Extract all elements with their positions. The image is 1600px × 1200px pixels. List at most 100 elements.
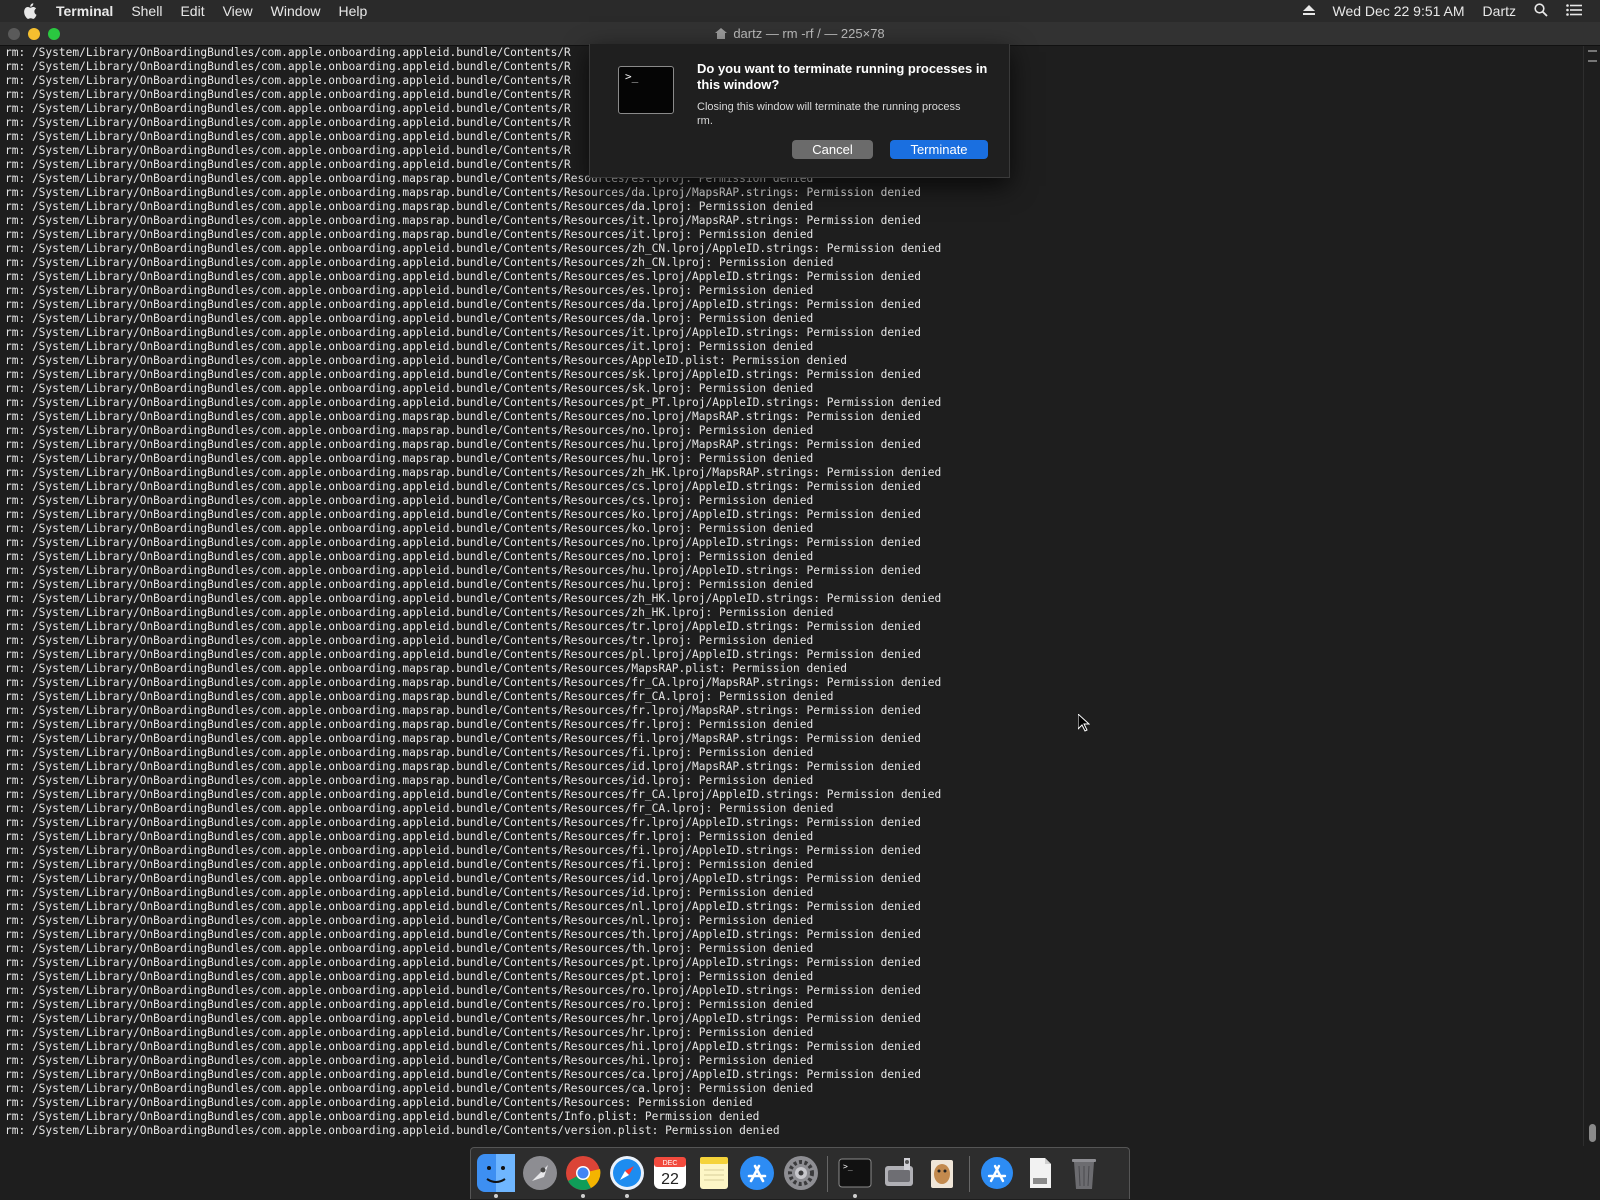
home-folder-icon: [715, 27, 728, 42]
terminal-line: rm: /System/Library/OnBoardingBundles/co…: [5, 676, 942, 689]
terminal-line: rm: /System/Library/OnBoardingBundles/co…: [5, 802, 834, 815]
terminal-line: rm: /System/Library/OnBoardingBundles/co…: [5, 298, 922, 311]
terminate-button[interactable]: Terminate: [890, 140, 988, 159]
system-preferences-icon[interactable]: [782, 1154, 820, 1192]
terminal-line: rm: /System/Library/OnBoardingBundles/co…: [5, 354, 847, 367]
terminal-line: rm: /System/Library/OnBoardingBundles/co…: [5, 872, 922, 885]
terminal-line: rm: /System/Library/OnBoardingBundles/co…: [5, 718, 814, 731]
terminal-line: rm: /System/Library/OnBoardingBundles/co…: [5, 564, 922, 577]
clock[interactable]: Wed Dec 22 9:51 AM: [1333, 3, 1465, 19]
terminal-line: rm: /System/Library/OnBoardingBundles/co…: [5, 312, 814, 325]
terminal-line: rm: /System/Library/OnBoardingBundles/co…: [5, 1054, 814, 1067]
mouse-pointer-icon: [1077, 712, 1091, 737]
menu-view[interactable]: View: [223, 3, 253, 19]
menu-app-name[interactable]: Terminal: [56, 3, 113, 19]
trash-icon[interactable]: [1065, 1154, 1103, 1192]
prompt-glyph-icon: >_: [625, 70, 639, 83]
terminal-line: rm: /System/Library/OnBoardingBundles/co…: [5, 760, 922, 773]
terminal-line: rm: /System/Library/OnBoardingBundles/co…: [5, 466, 942, 479]
terminal-line: rm: /System/Library/OnBoardingBundles/co…: [5, 606, 834, 619]
preview-icon[interactable]: [923, 1154, 961, 1192]
apple-menu-icon[interactable]: [20, 3, 40, 19]
scroll-split-icon: [1588, 50, 1597, 62]
terminal-line: rm: /System/Library/OnBoardingBundles/co…: [5, 816, 922, 829]
terminal-line: rm: /System/Library/OnBoardingBundles/co…: [5, 1068, 922, 1081]
chrome-icon[interactable]: [564, 1154, 602, 1192]
calendar-month: DEC: [663, 1160, 678, 1167]
terminal-line: rm: /System/Library/OnBoardingBundles/co…: [5, 1040, 922, 1053]
terminal-line: rm: /System/Library/OnBoardingBundles/co…: [5, 536, 922, 549]
title-bar[interactable]: dartz — rm -rf / — 225×78: [0, 22, 1600, 46]
terminal-line: rm: /System/Library/OnBoardingBundles/co…: [5, 1096, 753, 1109]
spotlight-search-icon[interactable]: [1534, 2, 1548, 20]
finder-running-indicator: [494, 1194, 498, 1198]
terminal-line: rm: /System/Library/OnBoardingBundles/co…: [5, 438, 922, 451]
terminal-line: rm: /System/Library/OnBoardingBundles/co…: [5, 1026, 814, 1039]
terminal-line: rm: /System/Library/OnBoardingBundles/co…: [5, 970, 814, 983]
scrollbar-thumb[interactable]: [1589, 1124, 1596, 1142]
terminal-line: rm: /System/Library/OnBoardingBundles/co…: [5, 788, 942, 801]
disk-utility-icon[interactable]: [880, 1154, 918, 1192]
dock-separator-2: [969, 1156, 970, 1192]
terminal-line: rm: /System/Library/OnBoardingBundles/co…: [5, 900, 922, 913]
terminal-line: rm: /System/Library/OnBoardingBundles/co…: [5, 662, 847, 675]
terminal-line: rm: /System/Library/OnBoardingBundles/co…: [5, 1124, 780, 1137]
safari-running-indicator: [625, 1194, 629, 1198]
terminal-line: rm: /System/Library/OnBoardingBundles/co…: [5, 186, 922, 199]
terminal-line: rm: /System/Library/OnBoardingBundles/co…: [5, 228, 814, 241]
menu-edit[interactable]: Edit: [180, 3, 204, 19]
launchpad-icon[interactable]: [521, 1154, 559, 1192]
terminate-dialog: >_ Do you want to terminate running proc…: [589, 44, 1010, 178]
terminal-line: rm: /System/Library/OnBoardingBundles/co…: [5, 396, 942, 409]
terminal-line: rm: /System/Library/OnBoardingBundles/co…: [5, 242, 942, 255]
terminal-output[interactable]: rm: /System/Library/OnBoardingBundles/co…: [5, 46, 1585, 1144]
terminal-app-icon: >_: [618, 66, 674, 114]
finder-icon[interactable]: [477, 1154, 515, 1192]
app-store-icon[interactable]: [738, 1154, 776, 1192]
vertical-scrollbar[interactable]: [1583, 46, 1600, 1146]
terminal-line: rm: /System/Library/OnBoardingBundles/co…: [5, 340, 814, 353]
terminal-icon[interactable]: >_: [836, 1154, 874, 1192]
terminal-line: rm: /System/Library/OnBoardingBundles/co…: [5, 998, 814, 1011]
terminal-line: rm: /System/Library/OnBoardingBundles/co…: [5, 774, 814, 787]
calendar-day: 22: [661, 1171, 679, 1188]
terminal-line: rm: /System/Library/OnBoardingBundles/co…: [5, 942, 814, 955]
menu-window[interactable]: Window: [271, 3, 321, 19]
notes-icon[interactable]: [695, 1154, 733, 1192]
dock: DEC 22 >_: [470, 1147, 1130, 1199]
terminal-line: rm: /System/Library/OnBoardingBundles/co…: [5, 424, 814, 437]
terminal-line: rm: /System/Library/OnBoardingBundles/co…: [5, 452, 814, 465]
notification-center-icon[interactable]: [1566, 3, 1582, 19]
terminal-line: rm: /System/Library/OnBoardingBundles/co…: [5, 690, 834, 703]
terminal-line: rm: /System/Library/OnBoardingBundles/co…: [5, 550, 814, 563]
cancel-button[interactable]: Cancel: [792, 140, 873, 159]
terminal-line: rm: /System/Library/OnBoardingBundles/co…: [5, 522, 814, 535]
terminal-line: rm: /System/Library/OnBoardingBundles/co…: [5, 914, 814, 927]
terminal-line: rm: /System/Library/OnBoardingBundles/co…: [5, 368, 922, 381]
dialog-heading: Do you want to terminate running process…: [697, 61, 988, 92]
terminal-line: rm: /System/Library/OnBoardingBundles/co…: [5, 382, 814, 395]
terminal-line: rm: /System/Library/OnBoardingBundles/co…: [5, 284, 814, 297]
app-store-folder-icon[interactable]: [978, 1154, 1016, 1192]
eject-icon[interactable]: [1302, 3, 1315, 19]
terminal-line: rm: /System/Library/OnBoardingBundles/co…: [5, 648, 922, 661]
terminal-line: rm: /System/Library/OnBoardingBundles/co…: [5, 732, 922, 745]
document-icon[interactable]: [1021, 1154, 1059, 1192]
terminal-line: rm: /System/Library/OnBoardingBundles/co…: [5, 592, 942, 605]
user-name[interactable]: Dartz: [1483, 3, 1516, 19]
terminal-line: rm: /System/Library/OnBoardingBundles/co…: [5, 858, 814, 871]
calendar-icon[interactable]: DEC 22: [651, 1154, 689, 1192]
terminal-line: rm: /System/Library/OnBoardingBundles/co…: [5, 830, 814, 843]
safari-icon[interactable]: [608, 1154, 646, 1192]
menu-help[interactable]: Help: [338, 3, 367, 19]
terminal-line: rm: /System/Library/OnBoardingBundles/co…: [5, 270, 922, 283]
dock-separator: [827, 1156, 828, 1192]
terminal-line: rm: /System/Library/OnBoardingBundles/co…: [5, 508, 922, 521]
terminal-line: rm: /System/Library/OnBoardingBundles/co…: [5, 200, 814, 213]
terminal-line: rm: /System/Library/OnBoardingBundles/co…: [5, 620, 922, 633]
svg-text:>_: >_: [843, 1162, 853, 1171]
menu-bar: Terminal Shell Edit View Window Help Wed…: [0, 0, 1600, 22]
terminal-line: rm: /System/Library/OnBoardingBundles/co…: [5, 956, 922, 969]
menu-shell[interactable]: Shell: [131, 3, 162, 19]
terminal-line: rm: /System/Library/OnBoardingBundles/co…: [5, 480, 922, 493]
